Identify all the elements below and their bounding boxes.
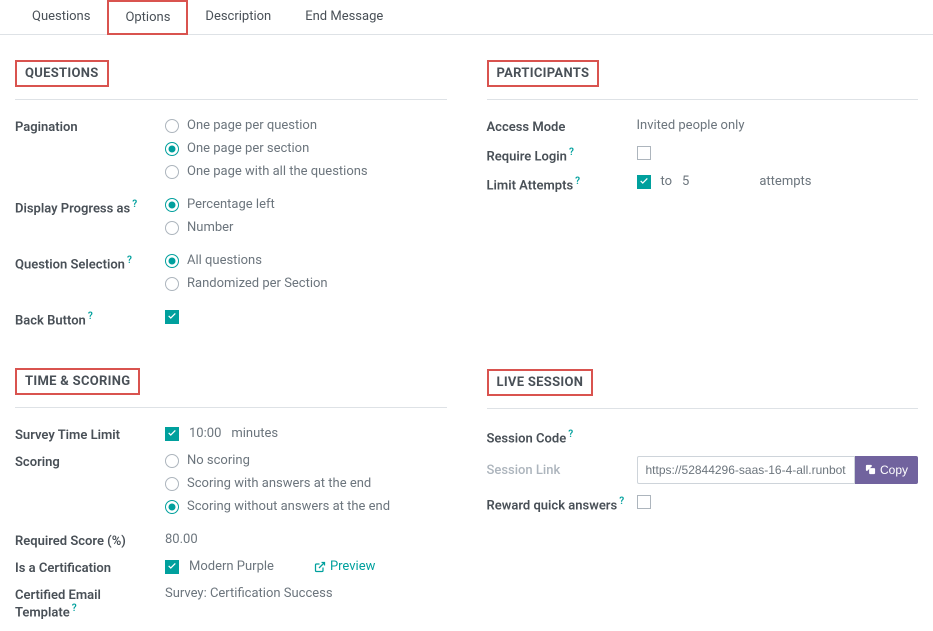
tabs-bar: Questions Options Description End Messag… <box>0 0 933 35</box>
pagination-all[interactable]: One page with all the questions <box>165 164 447 179</box>
required-score-value: 80.00 <box>165 532 198 547</box>
session-link-label: Session Link <box>487 461 637 478</box>
scoring-label: Scoring <box>15 453 165 470</box>
tab-description[interactable]: Description <box>188 0 288 35</box>
time-limit-unit: minutes <box>231 426 278 441</box>
session-link-input[interactable] <box>637 456 855 484</box>
time-limit-checkbox[interactable] <box>165 427 179 441</box>
selection-random[interactable]: Randomized per Section <box>165 276 447 291</box>
preview-link[interactable]: Preview <box>314 559 375 574</box>
reward-label: Reward quick answers? <box>487 494 637 513</box>
require-login-checkbox[interactable] <box>637 146 651 160</box>
external-link-icon <box>314 561 326 573</box>
progress-percentage[interactable]: Percentage left <box>165 197 447 212</box>
tab-options[interactable]: Options <box>107 0 188 35</box>
selection-all[interactable]: All questions <box>165 253 447 268</box>
limit-attempts-label: Limit Attempts? <box>487 174 637 193</box>
tab-questions[interactable]: Questions <box>15 0 107 35</box>
progress-number[interactable]: Number <box>165 220 447 235</box>
require-login-label: Require Login? <box>487 145 637 164</box>
question-selection-label: Question Selection? <box>15 253 165 272</box>
access-mode-label: Access Mode <box>487 118 637 135</box>
scoring-with-answers[interactable]: Scoring with answers at the end <box>165 476 447 491</box>
limit-attempts-checkbox[interactable] <box>637 175 651 189</box>
copy-button[interactable]: Copy <box>855 456 918 484</box>
limit-unit: attempts <box>759 174 811 189</box>
cert-style: Modern Purple <box>189 559 274 574</box>
is-cert-checkbox[interactable] <box>165 560 179 574</box>
time-limit-label: Survey Time Limit <box>15 426 165 443</box>
is-cert-label: Is a Certification <box>15 559 165 576</box>
limit-value: 5 <box>682 174 689 189</box>
pagination-per-section[interactable]: One page per section <box>165 141 447 156</box>
email-template-value: Survey: Certification Success <box>165 586 333 601</box>
copy-icon <box>865 464 876 475</box>
time-limit-value: 10:00 <box>189 426 221 441</box>
section-questions-title: QUESTIONS <box>15 60 109 87</box>
back-button-checkbox[interactable] <box>165 310 179 324</box>
section-participants-title: PARTICIPANTS <box>487 60 600 87</box>
scoring-none[interactable]: No scoring <box>165 453 447 468</box>
tab-end-message[interactable]: End Message <box>288 0 400 35</box>
pagination-label: Pagination <box>15 118 165 135</box>
pagination-per-question[interactable]: One page per question <box>165 118 447 133</box>
display-progress-label: Display Progress as? <box>15 197 165 216</box>
back-button-label: Back Button? <box>15 309 165 328</box>
required-score-label: Required Score (%) <box>15 532 165 549</box>
scoring-without-answers[interactable]: Scoring without answers at the end <box>165 499 447 514</box>
session-code-label: Session Code? <box>487 427 637 446</box>
limit-prefix: to <box>661 174 673 189</box>
access-mode-value: Invited people only <box>637 118 745 133</box>
section-time-scoring-title: TIME & SCORING <box>15 368 140 395</box>
reward-checkbox[interactable] <box>637 495 651 509</box>
section-live-session-title: LIVE SESSION <box>487 369 594 396</box>
email-template-label: Certified Email Template? <box>15 586 165 620</box>
